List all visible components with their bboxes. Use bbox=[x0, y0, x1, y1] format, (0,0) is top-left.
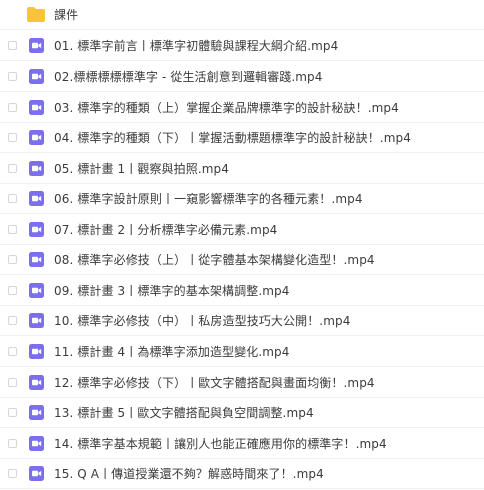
file-row[interactable]: 12. 標準字必修技（下）丨歐文字體搭配與畫面均衡！.mp4 bbox=[0, 368, 484, 398]
file-name: 11. 標計畫 4丨為標準字添加造型變化.mp4 bbox=[54, 345, 290, 359]
file-row[interactable]: 10. 標準字必修技（中）丨私房造型技巧大公開！.mp4 bbox=[0, 306, 484, 336]
file-name: 07. 標計畫 2丨分析標準字必備元素.mp4 bbox=[54, 223, 278, 237]
video-file-icon bbox=[29, 466, 44, 481]
file-name: 05. 標計畫 1丨觀察與拍照.mp4 bbox=[54, 162, 230, 176]
folder-name: 課件 bbox=[54, 8, 79, 22]
row-checkbox[interactable] bbox=[8, 72, 17, 81]
video-file-icon bbox=[29, 130, 44, 145]
file-row[interactable]: 13. 標計畫 5丨歐文字體搭配與負空間調整.mp4 bbox=[0, 398, 484, 428]
video-file-icon bbox=[29, 100, 44, 115]
file-list: 課件 01. 標準字前言丨標準字初體驗與課程大綱介紹.mp4 02.標標標標標準字… bbox=[0, 0, 484, 490]
file-name: 01. 標準字前言丨標準字初體驗與課程大綱介紹.mp4 bbox=[54, 39, 339, 53]
file-name: 15. Q A丨傳道授業還不夠？解惑時間來了！.mp4 bbox=[54, 467, 324, 481]
video-file-icon bbox=[29, 375, 44, 390]
row-checkbox[interactable] bbox=[8, 133, 17, 142]
row-checkbox[interactable] bbox=[8, 408, 17, 417]
file-name: 10. 標準字必修技（中）丨私房造型技巧大公開！.mp4 bbox=[54, 314, 351, 328]
file-name: 08. 標準字必修技（上）丨從字體基本架構變化造型！.mp4 bbox=[54, 253, 375, 267]
file-row[interactable]: 06. 標準字設計原則丨一窺影響標準字的各種元素！.mp4 bbox=[0, 184, 484, 214]
video-file-icon bbox=[29, 191, 44, 206]
folder-row[interactable]: 課件 bbox=[0, 0, 484, 30]
row-checkbox[interactable] bbox=[8, 41, 17, 50]
file-row[interactable]: 01. 標準字前言丨標準字初體驗與課程大綱介紹.mp4 bbox=[0, 31, 484, 61]
file-row[interactable]: 05. 標計畫 1丨觀察與拍照.mp4 bbox=[0, 154, 484, 184]
row-checkbox[interactable] bbox=[8, 194, 17, 203]
row-checkbox[interactable] bbox=[8, 378, 17, 387]
file-name: 04. 標準字的種類（下）丨掌握活動標題標準字的設計秘訣！.mp4 bbox=[54, 131, 411, 145]
video-file-icon bbox=[29, 405, 44, 420]
video-file-icon bbox=[29, 38, 44, 53]
file-name: 02.標標標標標準字 - 從生活創意到邏輯審踐.mp4 bbox=[54, 70, 323, 84]
folder-icon bbox=[27, 7, 45, 22]
video-file-icon bbox=[29, 313, 44, 328]
file-name: 14. 標準字基本規範丨讓別人也能正確應用你的標準字！.mp4 bbox=[54, 437, 387, 451]
file-name: 09. 標計畫 3丨標準字的基本架構調整.mp4 bbox=[54, 284, 290, 298]
file-name: 03. 標準字的種類（上）掌握企業品牌標準字的設計秘訣！.mp4 bbox=[54, 101, 399, 115]
file-name: 13. 標計畫 5丨歐文字體搭配與負空間調整.mp4 bbox=[54, 406, 314, 420]
file-row[interactable]: 11. 標計畫 4丨為標準字添加造型變化.mp4 bbox=[0, 337, 484, 367]
file-name: 06. 標準字設計原則丨一窺影響標準字的各種元素！.mp4 bbox=[54, 192, 363, 206]
file-row[interactable]: 14. 標準字基本規範丨讓別人也能正確應用你的標準字！.mp4 bbox=[0, 429, 484, 459]
file-row[interactable]: 07. 標計畫 2丨分析標準字必備元素.mp4 bbox=[0, 215, 484, 245]
row-checkbox[interactable] bbox=[8, 316, 17, 325]
file-row[interactable]: 15. Q A丨傳道授業還不夠？解惑時間來了！.mp4 bbox=[0, 459, 484, 489]
file-row[interactable]: 04. 標準字的種類（下）丨掌握活動標題標準字的設計秘訣！.mp4 bbox=[0, 123, 484, 153]
file-name: 12. 標準字必修技（下）丨歐文字體搭配與畫面均衡！.mp4 bbox=[54, 376, 375, 390]
file-row[interactable]: 02.標標標標標準字 - 從生活創意到邏輯審踐.mp4 bbox=[0, 62, 484, 92]
video-file-icon bbox=[29, 222, 44, 237]
video-file-icon bbox=[29, 69, 44, 84]
row-checkbox[interactable] bbox=[8, 225, 17, 234]
file-row[interactable]: 09. 標計畫 3丨標準字的基本架構調整.mp4 bbox=[0, 276, 484, 306]
row-checkbox[interactable] bbox=[8, 286, 17, 295]
file-row[interactable]: 03. 標準字的種類（上）掌握企業品牌標準字的設計秘訣！.mp4 bbox=[0, 93, 484, 123]
row-checkbox[interactable] bbox=[8, 439, 17, 448]
row-checkbox[interactable] bbox=[8, 347, 17, 356]
video-file-icon bbox=[29, 436, 44, 451]
row-checkbox[interactable] bbox=[8, 103, 17, 112]
row-checkbox[interactable] bbox=[8, 469, 17, 478]
video-file-icon bbox=[29, 252, 44, 267]
file-row[interactable]: 08. 標準字必修技（上）丨從字體基本架構變化造型！.mp4 bbox=[0, 245, 484, 275]
video-file-icon bbox=[29, 344, 44, 359]
video-file-icon bbox=[29, 161, 44, 176]
row-checkbox[interactable] bbox=[8, 164, 17, 173]
video-file-icon bbox=[29, 283, 44, 298]
row-checkbox[interactable] bbox=[8, 255, 17, 264]
